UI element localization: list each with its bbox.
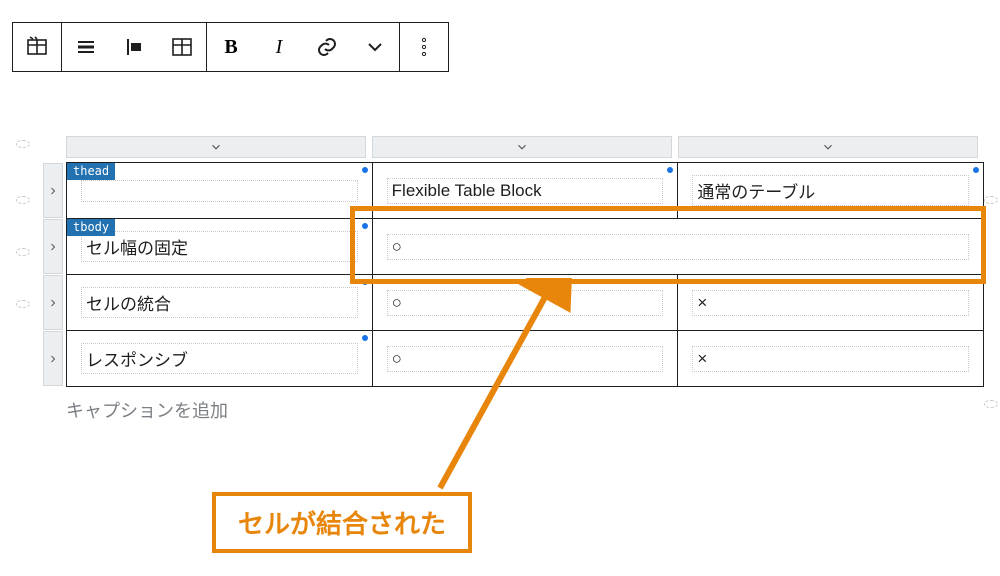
body-cell-0-merged[interactable]: ○ [372, 219, 983, 275]
header-cell-0[interactable]: thead [67, 163, 373, 219]
tbody-tag: tbody [67, 219, 115, 236]
selection-dot [362, 223, 368, 229]
header-row: thead Flexible Table Block 通常のテーブル [67, 163, 984, 219]
guide-dot [16, 248, 30, 256]
guide-dot [984, 196, 998, 204]
guide-dot [16, 140, 30, 148]
row-handle-0[interactable] [43, 219, 63, 274]
body-cell-2-0-text[interactable]: レスポンシブ [81, 343, 358, 374]
body-cell-0-0-text[interactable]: セル幅の固定 [81, 231, 358, 262]
column-handle-2[interactable] [372, 136, 672, 158]
toolbar-group-format: B I [207, 23, 400, 71]
body-cell-1-0[interactable]: セルの統合 [67, 275, 373, 331]
body-cell-2-1-text[interactable]: ○ [387, 346, 664, 372]
guide-dot [16, 196, 30, 204]
body-cell-2-0[interactable]: レスポンシブ [67, 331, 373, 387]
body-cell-1-1[interactable]: ○ [372, 275, 678, 331]
more-format-button[interactable] [351, 23, 399, 71]
justify-button[interactable] [110, 23, 158, 71]
body-cell-1-0-text[interactable]: セルの統合 [81, 287, 358, 318]
column-handle-3[interactable] [678, 136, 978, 158]
toolbar-group-block [13, 23, 62, 71]
body-cell-2-2-text[interactable]: × [692, 346, 969, 372]
toolbar-group-align [62, 23, 207, 71]
header-cell-1[interactable]: Flexible Table Block [372, 163, 678, 219]
corner-spacer [42, 136, 60, 158]
table-block-icon[interactable] [13, 23, 61, 71]
selection-dot [362, 167, 368, 173]
body-cell-1-2-text[interactable]: × [692, 290, 969, 316]
header-cell-1-text[interactable]: Flexible Table Block [387, 178, 664, 204]
column-handles-row [42, 136, 986, 158]
header-cell-2[interactable]: 通常のテーブル [678, 163, 984, 219]
selection-dot [667, 167, 673, 173]
row-handle-2[interactable] [43, 331, 63, 386]
thead-tag: thead [67, 163, 115, 180]
block-toolbar: B I [12, 22, 449, 72]
bold-button[interactable]: B [207, 23, 255, 71]
body-row-1: セルの統合 ○ × [67, 275, 984, 331]
selection-dot [973, 167, 979, 173]
options-button[interactable] [400, 23, 448, 71]
row-handle-1[interactable] [43, 275, 63, 330]
body-cell-2-2[interactable]: × [678, 331, 984, 387]
caption-field[interactable]: キャプションを追加 [66, 397, 986, 423]
link-button[interactable] [303, 23, 351, 71]
body-cell-2-1[interactable]: ○ [372, 331, 678, 387]
header-cell-0-text[interactable] [81, 180, 358, 202]
guide-dot [984, 400, 998, 408]
table-editor: thead Flexible Table Block 通常のテーブル [42, 136, 986, 423]
header-cell-2-text[interactable]: 通常のテーブル [692, 175, 969, 206]
guide-dot [16, 300, 30, 308]
selection-dot [362, 279, 368, 285]
italic-button[interactable]: I [255, 23, 303, 71]
edit-table-button[interactable] [158, 23, 206, 71]
row-handle-header[interactable] [43, 163, 63, 218]
body-row-2: レスポンシブ ○ × [67, 331, 984, 387]
align-button[interactable] [62, 23, 110, 71]
annotation-label: セルが結合された [212, 492, 472, 553]
selection-dot [362, 335, 368, 341]
body-row-0: tbody セル幅の固定 ○ [67, 219, 984, 275]
body-cell-0-merged-text[interactable]: ○ [387, 234, 969, 260]
toolbar-group-more [400, 23, 448, 71]
body-cell-1-2[interactable]: × [678, 275, 984, 331]
body-cell-1-1-text[interactable]: ○ [387, 290, 664, 316]
flexible-table: thead Flexible Table Block 通常のテーブル [66, 162, 984, 387]
column-handle-1[interactable] [66, 136, 366, 158]
body-cell-0-0[interactable]: tbody セル幅の固定 [67, 219, 373, 275]
